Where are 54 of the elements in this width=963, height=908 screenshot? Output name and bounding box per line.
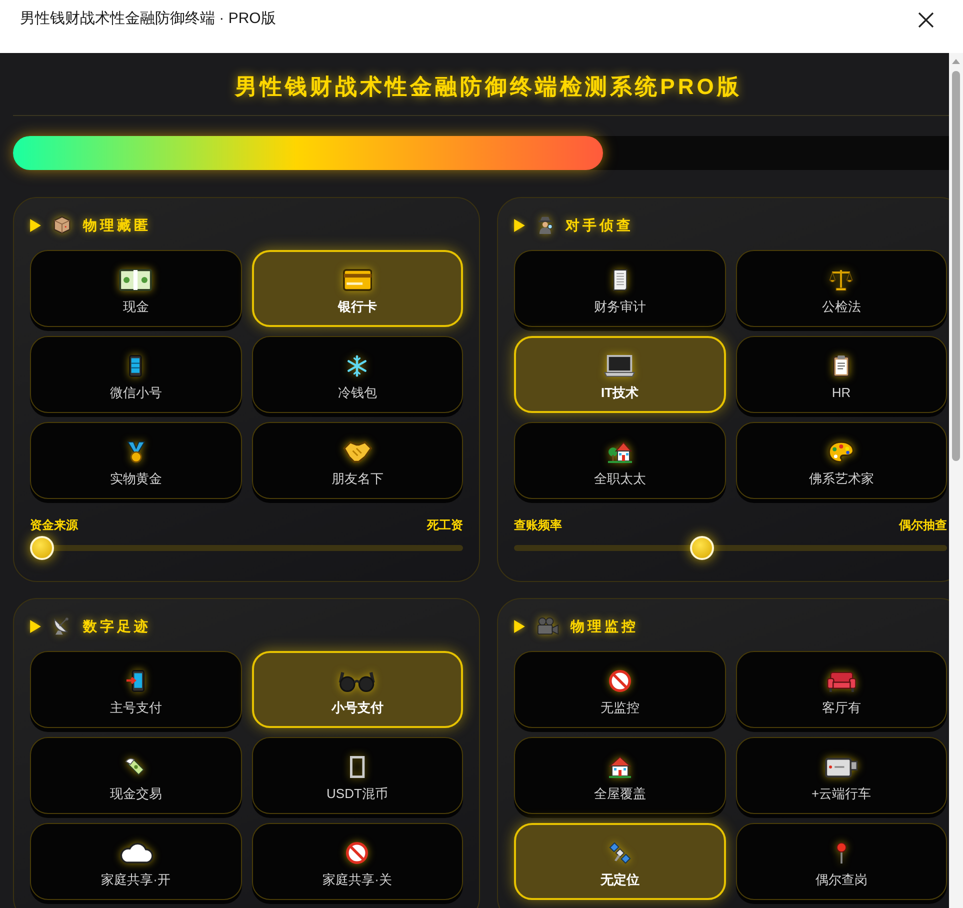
triangle-marker-icon	[30, 620, 41, 632]
palette-icon	[828, 441, 854, 463]
scrollbar[interactable]	[949, 53, 963, 908]
triangle-marker-icon	[30, 218, 41, 232]
prohibited-icon	[608, 670, 631, 692]
couch-icon	[826, 670, 856, 692]
option-button[interactable]: 小号支付	[252, 651, 463, 728]
camcorder-icon	[824, 756, 858, 778]
section-title: 物理藏匿	[83, 216, 151, 235]
slider-thumb[interactable]	[30, 536, 54, 560]
slider-thumb[interactable]	[690, 536, 714, 560]
sunglasses-icon	[338, 670, 376, 692]
scrollbar-thumb[interactable]	[952, 71, 960, 461]
prohibited-icon	[346, 842, 368, 864]
slider-max-label: 偶尔抽查	[899, 517, 947, 533]
blank-glyph-icon	[350, 756, 365, 778]
triangle-marker-icon	[514, 218, 525, 232]
banknote-icon	[119, 269, 152, 291]
credit-card-icon	[342, 269, 372, 291]
medal-icon	[126, 441, 145, 463]
slider-max-label: 死工资	[427, 517, 463, 533]
slider-min-label: 资金来源	[30, 517, 78, 533]
section-title: 物理监控	[570, 617, 639, 636]
page-heading: 男性钱财战术性金融防御终端检测系统PRO版	[235, 74, 742, 99]
mobile-phone-icon	[129, 355, 142, 377]
scroll-icon	[612, 269, 628, 291]
house-icon	[608, 756, 631, 778]
option-button[interactable]: 无定位	[514, 823, 726, 900]
close-button[interactable]	[917, 11, 935, 29]
winged-banknote-icon	[124, 756, 147, 778]
satellite-icon	[608, 842, 631, 864]
package-icon	[53, 216, 71, 234]
phone-with-arrow-icon	[126, 670, 146, 692]
laptop-icon	[604, 355, 636, 377]
house-with-tree-icon	[608, 441, 632, 463]
triangle-marker-icon	[514, 620, 525, 632]
option-button[interactable]: IT技术	[514, 336, 726, 413]
slider-track[interactable]	[30, 536, 463, 560]
satellite-dish-icon	[53, 617, 71, 635]
section-title: 数字足迹	[83, 617, 151, 636]
clipboard-icon	[833, 355, 850, 377]
detective-icon	[537, 216, 554, 234]
window-title: 男性钱财战术性金融防御终端 · PRO版	[20, 9, 276, 29]
option-button[interactable]: 银行卡	[252, 250, 463, 327]
snowflake-icon	[346, 355, 368, 377]
cloud-icon	[118, 842, 154, 864]
slider-min-label: 查账频率	[514, 517, 562, 533]
video-camera-icon	[537, 617, 559, 635]
close-icon	[918, 12, 934, 28]
pushpin-icon	[836, 842, 847, 864]
slider-track[interactable]	[514, 536, 947, 560]
scales-icon	[829, 269, 854, 291]
handshake-icon	[342, 441, 372, 463]
section-title: 对手侦查	[565, 216, 634, 235]
